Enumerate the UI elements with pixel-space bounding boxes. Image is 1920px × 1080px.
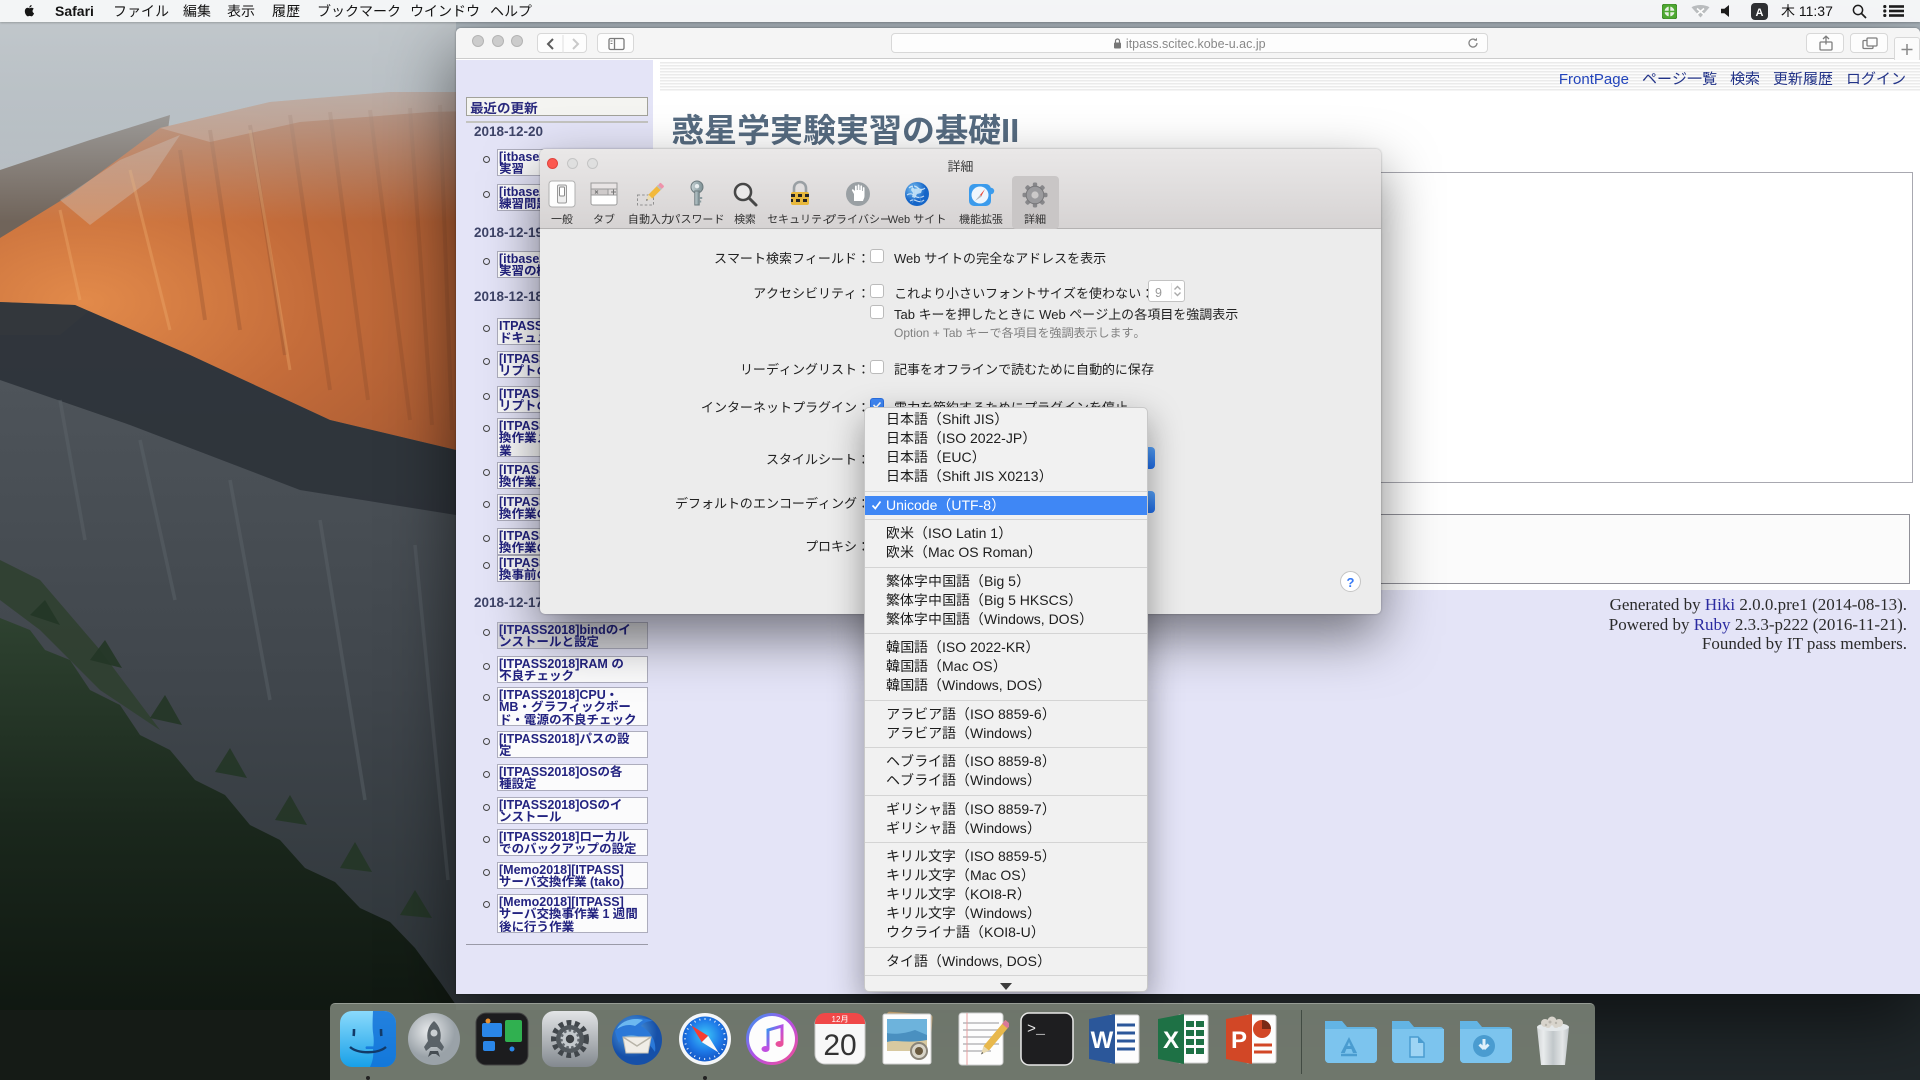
svg-text:A: A [1756,7,1764,19]
svg-text:>_: >_ [1027,1021,1046,1038]
svg-text:P: P [1231,1027,1247,1054]
svg-text:20: 20 [823,1029,856,1062]
svg-text:X: X [1163,1027,1179,1054]
svg-text:12月: 12月 [832,1014,849,1025]
svg-text:W: W [1091,1027,1114,1054]
